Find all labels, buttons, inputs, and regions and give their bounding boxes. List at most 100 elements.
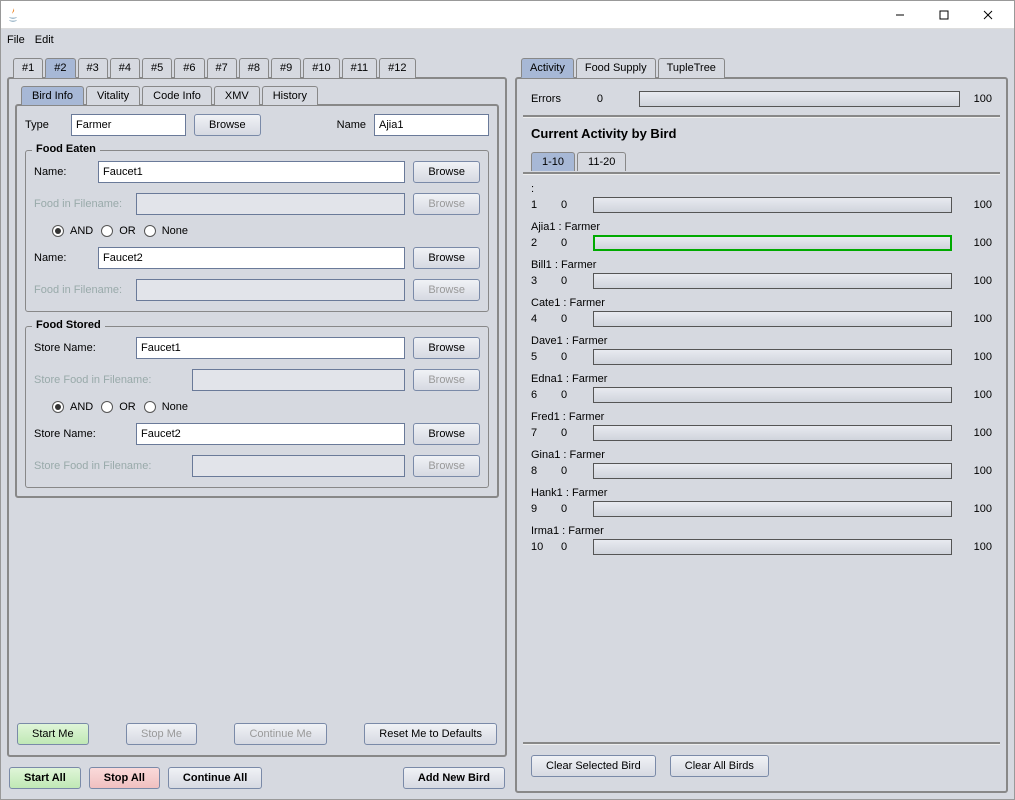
continue-all-button[interactable]: Continue All: [168, 767, 262, 789]
tab-2[interactable]: #2: [45, 58, 75, 78]
bird-label: Ajia1 : Farmer: [531, 219, 992, 235]
fe-file1-input: [136, 193, 405, 215]
bird-label: :: [531, 181, 992, 197]
fs-file2-input: [192, 455, 405, 477]
page-tab-1-10[interactable]: 1-10: [531, 152, 575, 171]
bird-label: Irma1 : Farmer: [531, 523, 992, 539]
bird-bar: [593, 463, 952, 479]
tab-1[interactable]: #1: [13, 58, 43, 78]
bird-row: 100100: [531, 539, 992, 555]
bird-max: 100: [964, 275, 992, 287]
bird-bar: [593, 235, 952, 251]
tab-3[interactable]: #3: [78, 58, 108, 78]
bird-value: 0: [561, 541, 581, 553]
clear-all-button[interactable]: Clear All Birds: [670, 755, 769, 777]
bird-index: 3: [531, 275, 549, 287]
fe-file2-input: [136, 279, 405, 301]
bird-bar: [593, 539, 952, 555]
left-panel: Bird InfoVitalityCode InfoXMVHistory Typ…: [7, 77, 507, 757]
tab-6[interactable]: #6: [174, 58, 204, 78]
close-button[interactable]: [966, 1, 1010, 29]
reset-button[interactable]: Reset Me to Defaults: [364, 723, 497, 745]
bird-value: 0: [561, 199, 581, 211]
add-bird-button[interactable]: Add New Bird: [403, 767, 505, 789]
right-tab-tupletree[interactable]: TupleTree: [658, 58, 725, 78]
fs-file2-browse: Browse: [413, 455, 480, 477]
fs-name1-input[interactable]: [136, 337, 405, 359]
tab-5[interactable]: #5: [142, 58, 172, 78]
bird-row: 10100: [531, 197, 992, 213]
fe-browse1[interactable]: Browse: [413, 161, 480, 183]
fs-radio-none[interactable]: None: [144, 401, 188, 413]
bird-index: 5: [531, 351, 549, 363]
maximize-button[interactable]: [922, 1, 966, 29]
fe-browse2[interactable]: Browse: [413, 247, 480, 269]
bird-value: 0: [561, 465, 581, 477]
fs-radio-and[interactable]: AND: [52, 401, 93, 413]
bird-bar: [593, 501, 952, 517]
errors-bar: [639, 91, 960, 107]
app-window: File Edit #1#2#3#4#5#6#7#8#9#10#11#12 Bi…: [0, 0, 1015, 800]
fs-browse1[interactable]: Browse: [413, 337, 480, 359]
food-eaten-title: Food Eaten: [32, 143, 100, 155]
bird-row: 30100: [531, 273, 992, 289]
subtab-code-info[interactable]: Code Info: [142, 86, 212, 105]
fe-name1-label: Name:: [34, 166, 90, 178]
name-input[interactable]: [374, 114, 489, 136]
fe-radio-and[interactable]: AND: [52, 225, 93, 237]
fs-browse2[interactable]: Browse: [413, 423, 480, 445]
subtab-history[interactable]: History: [262, 86, 318, 105]
bird-bar: [593, 311, 952, 327]
clear-selected-button[interactable]: Clear Selected Bird: [531, 755, 656, 777]
bird-max: 100: [964, 313, 992, 325]
right-tab-activity[interactable]: Activity: [521, 58, 574, 78]
bird-max: 100: [964, 237, 992, 249]
name-label: Name: [337, 119, 366, 131]
right-tab-food-supply[interactable]: Food Supply: [576, 58, 656, 78]
tab-11[interactable]: #11: [342, 58, 378, 78]
minimize-button[interactable]: [878, 1, 922, 29]
tab-4[interactable]: #4: [110, 58, 140, 78]
bird-max: 100: [964, 351, 992, 363]
tab-8[interactable]: #8: [239, 58, 269, 78]
fe-file1-browse: Browse: [413, 193, 480, 215]
fe-radio-or[interactable]: OR: [101, 225, 136, 237]
fs-radio-or[interactable]: OR: [101, 401, 136, 413]
type-input[interactable]: [71, 114, 186, 136]
fs-file1-input: [192, 369, 405, 391]
fs-name2-input[interactable]: [136, 423, 405, 445]
type-browse-button[interactable]: Browse: [194, 114, 261, 136]
subtab-xmv[interactable]: XMV: [214, 86, 260, 105]
bird-max: 100: [964, 541, 992, 553]
left-pane: #1#2#3#4#5#6#7#8#9#10#11#12 Bird InfoVit…: [7, 57, 507, 793]
tab-9[interactable]: #9: [271, 58, 301, 78]
subtab-vitality[interactable]: Vitality: [86, 86, 140, 105]
start-me-button[interactable]: Start Me: [17, 723, 89, 745]
tab-7[interactable]: #7: [207, 58, 237, 78]
fe-file2-browse: Browse: [413, 279, 480, 301]
bird-index: 7: [531, 427, 549, 439]
page-tab-11-20[interactable]: 11-20: [577, 152, 626, 171]
tab-12[interactable]: #12: [379, 58, 415, 78]
menu-edit[interactable]: Edit: [35, 34, 54, 46]
type-label: Type: [25, 119, 63, 131]
fs-file1-browse: Browse: [413, 369, 480, 391]
fe-radio-none[interactable]: None: [144, 225, 188, 237]
continue-me-button: Continue Me: [234, 723, 326, 745]
bird-info-panel: Type Browse Name Food Eaten Name: Browse: [15, 104, 499, 498]
start-all-button[interactable]: Start All: [9, 767, 81, 789]
bird-entry: Cate1 : Farmer40100: [531, 295, 992, 327]
errors-label: Errors: [531, 93, 561, 105]
fe-name2-label: Name:: [34, 252, 90, 264]
bird-index: 8: [531, 465, 549, 477]
bird-bar: [593, 197, 952, 213]
right-pane: ActivityFood SupplyTupleTree Errors 0 10…: [515, 57, 1008, 793]
tab-10[interactable]: #10: [303, 58, 339, 78]
bird-label: Edna1 : Farmer: [531, 371, 992, 387]
number-tabstrip: #1#2#3#4#5#6#7#8#9#10#11#12: [7, 57, 507, 77]
menu-file[interactable]: File: [7, 34, 25, 46]
fe-name2-input[interactable]: [98, 247, 405, 269]
fe-name1-input[interactable]: [98, 161, 405, 183]
stop-all-button[interactable]: Stop All: [89, 767, 160, 789]
subtab-bird-info[interactable]: Bird Info: [21, 86, 84, 105]
